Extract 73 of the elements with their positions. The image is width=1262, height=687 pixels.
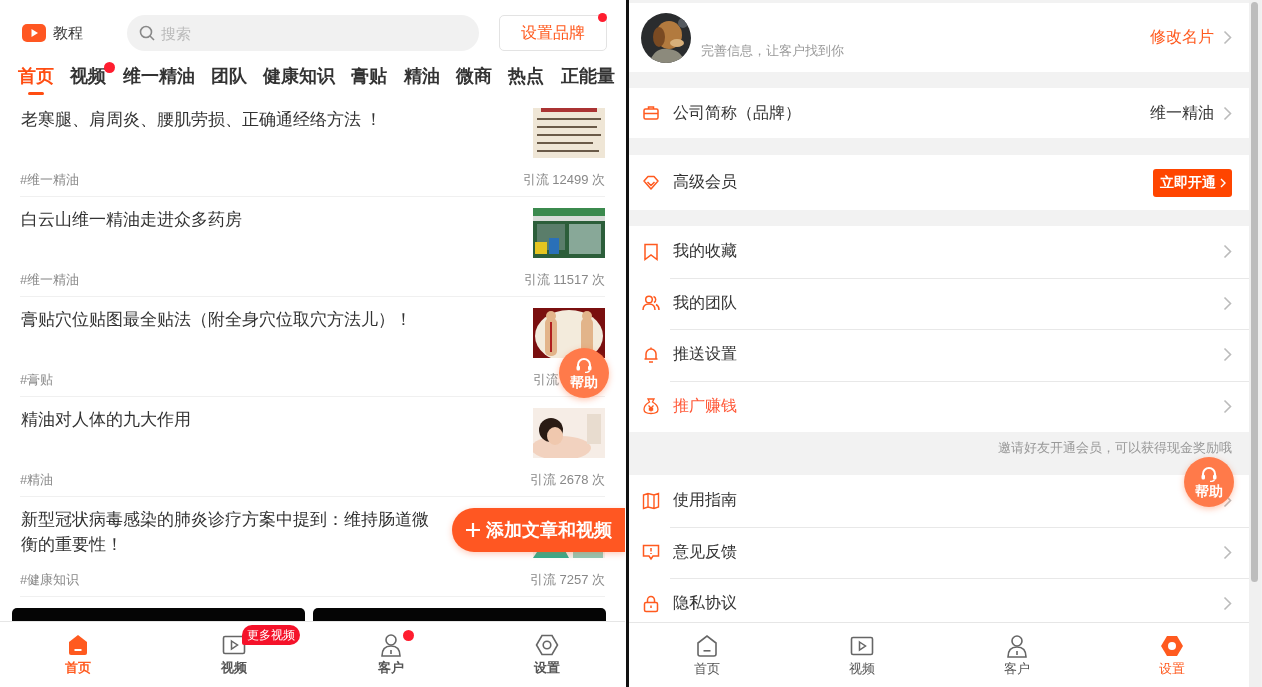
- profile-hint: 完善信息，让客户找到你: [701, 41, 844, 60]
- category-tab[interactable]: 膏贴: [351, 62, 388, 96]
- category-tab[interactable]: 团队: [210, 62, 247, 96]
- nav-tab[interactable]: 设置: [468, 622, 625, 687]
- person-icon: [1004, 633, 1029, 658]
- chevron-icon: [1223, 347, 1232, 363]
- article-tag: #精油: [20, 470, 54, 490]
- article-title[interactable]: 精油对人体的九大作用: [20, 407, 191, 432]
- settings-icon: [534, 633, 559, 657]
- nav-tab[interactable]: 客户: [939, 623, 1094, 687]
- nav-tab[interactable]: 客户: [312, 622, 469, 687]
- menu-item[interactable]: 使用指南: [673, 490, 737, 512]
- headset-icon: [1200, 465, 1218, 482]
- article-title[interactable]: 膏贴穴位贴图最全贴法（附全身穴位取穴方法儿）！: [20, 307, 412, 332]
- chevron-icon: [1223, 596, 1232, 612]
- menu-item[interactable]: 隐私协议: [673, 593, 737, 615]
- chevron-icon: [1223, 398, 1232, 414]
- category-tab[interactable]: 热点: [508, 62, 545, 96]
- people-icon: [642, 294, 660, 313]
- menu-item[interactable]: 我的团队: [673, 292, 737, 314]
- home-icon: [694, 633, 719, 658]
- person-icon: [378, 633, 403, 657]
- chevron-icon: [1223, 105, 1232, 121]
- map-icon: [642, 491, 660, 510]
- settings-icon: [1159, 633, 1184, 658]
- view-count: 引流 7257 次: [529, 572, 605, 587]
- article-tag: #膏贴: [20, 370, 54, 390]
- chevron-icon: [1223, 30, 1232, 45]
- nav-tab[interactable]: 首页: [629, 623, 784, 687]
- article-tag: #健康知识: [20, 570, 80, 590]
- menu-label: 公司简称（品牌）: [673, 102, 801, 123]
- chevron-icon: [1223, 295, 1232, 311]
- nav-tab[interactable]: 更多视频 视频: [156, 622, 313, 687]
- article-title[interactable]: 白云山维一精油走进众多药房: [20, 207, 242, 232]
- view-count: 引流: [533, 372, 559, 387]
- scrollbar-thumb[interactable]: [1251, 2, 1258, 582]
- bell-icon: [642, 345, 660, 364]
- feedback-icon: [642, 543, 660, 562]
- invite-hint: 邀请好友开通会员，可以获得现金奖励哦: [998, 439, 1232, 457]
- view-count: 引流 12499 次: [522, 172, 605, 187]
- article-title[interactable]: 新型冠状病毒感染的肺炎诊疗方案中提到：维持肠道微: [20, 507, 429, 532]
- category-tab[interactable]: 健康知识: [263, 62, 336, 96]
- play-logo-icon: [22, 24, 46, 42]
- company-name: 维一精油: [1150, 102, 1214, 123]
- category-tab[interactable]: 视频: [70, 62, 107, 96]
- menu-item[interactable]: 意见反馈: [673, 541, 737, 563]
- article-title[interactable]: 衡的重要性！: [20, 532, 123, 557]
- logo-label: 教程: [53, 23, 84, 43]
- menu-item[interactable]: 我的收藏: [673, 241, 737, 263]
- plus-icon: [466, 523, 480, 537]
- view-count: 引流 11517 次: [523, 272, 605, 287]
- video-icon: [222, 633, 247, 657]
- category-tab[interactable]: 微商: [456, 62, 493, 96]
- article-title[interactable]: 老寒腿、肩周炎、腰肌劳损、正确通经络方法 ！: [20, 107, 383, 132]
- article-tag: #维一精油: [20, 170, 80, 190]
- bookmark-icon: [642, 242, 660, 261]
- chevron-icon: [1220, 177, 1226, 188]
- chevron-icon: [1223, 544, 1232, 560]
- category-tab[interactable]: 精油: [403, 62, 440, 96]
- more-videos-badge: 更多视频: [242, 625, 301, 645]
- chevron-icon: [1223, 244, 1232, 260]
- nav-tab[interactable]: 视频: [784, 623, 939, 687]
- menu-label: 高级会员: [673, 172, 737, 192]
- category-tab[interactable]: 正能量: [560, 62, 615, 96]
- view-count: 引流 2678 次: [529, 472, 605, 487]
- money-bag-icon: [642, 397, 660, 416]
- headset-icon: [575, 356, 593, 373]
- article-tag: #维一精油: [20, 270, 80, 290]
- category-tab[interactable]: 维一精油: [122, 62, 195, 96]
- menu-item[interactable]: 推送设置: [673, 344, 737, 366]
- lock-icon: [642, 594, 660, 613]
- briefcase-icon: [642, 104, 660, 122]
- diamond-icon: [642, 173, 660, 192]
